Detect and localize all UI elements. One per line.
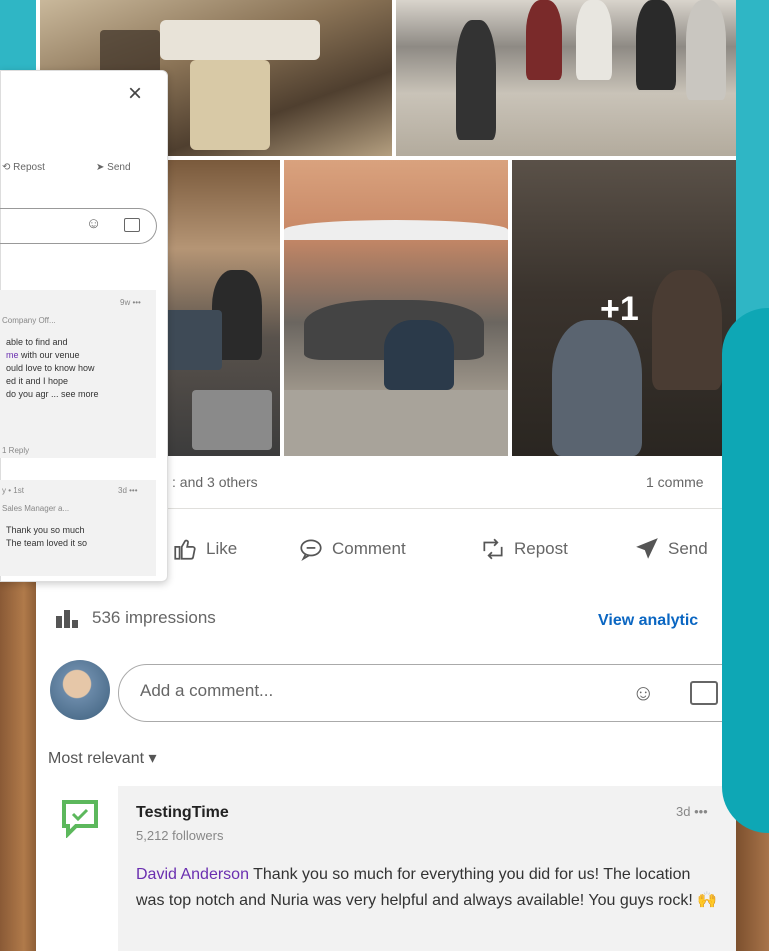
comment-label: Comment (332, 539, 406, 558)
comment-button[interactable]: Comment (298, 536, 406, 562)
overlay-send-button[interactable]: ➤ Send (96, 162, 131, 173)
post-photo-group[interactable] (396, 0, 736, 156)
overlay-c1-line1: able to find and (6, 337, 68, 347)
overlay-emoji-icon[interactable]: ☺ (86, 215, 101, 232)
post-photo-lounge[interactable] (162, 160, 280, 456)
overlay-c1-line2-text: with our venue (18, 350, 80, 360)
bar-chart-icon (56, 610, 78, 628)
comment-icon (300, 539, 322, 562)
send-label: Send (668, 539, 708, 558)
comments-count[interactable]: 1 comme (646, 474, 704, 490)
view-analytics-link[interactable]: View analytic (598, 612, 698, 630)
sort-dropdown[interactable]: Most relevant ▾ (48, 748, 157, 768)
avatar[interactable] (50, 660, 110, 720)
mention-link[interactable]: David Anderson (136, 866, 249, 883)
overlay-c1-line3: ould love to know how (6, 363, 95, 373)
reactions-summary[interactable]: : and 3 others (172, 474, 258, 490)
overlay-comment-2-text: Thank you so much The team loved it so (6, 524, 154, 550)
like-label: Like (206, 539, 238, 558)
wood-background-right (735, 820, 769, 951)
overlay-send-label: Send (107, 162, 131, 173)
comment-author[interactable]: TestingTime (136, 804, 229, 822)
overlay-comment-1: 9w ••• Company Off... able to find and m… (0, 290, 156, 458)
overlay-c1-mention[interactable]: me (6, 350, 19, 360)
like-button[interactable]: Like (172, 536, 237, 562)
send-button[interactable]: Send (634, 536, 708, 562)
image-icon[interactable] (690, 681, 718, 705)
overlay-comment-1-text: able to find and me with our venue ould … (6, 336, 154, 401)
impressions[interactable]: 536 impressions (56, 608, 216, 628)
overlay-comment-2-subtitle: Sales Manager a... (2, 504, 70, 513)
overlay-comment-1-subtitle: Company Off... (2, 316, 56, 325)
testingtime-logo[interactable] (60, 798, 100, 838)
overlay-image-icon[interactable] (124, 218, 140, 232)
overlay-c1-line4: ed it and I hope (6, 376, 69, 386)
repost-label: Repost (514, 539, 568, 558)
repost-icon (483, 538, 503, 560)
divider (162, 508, 736, 509)
overlay-c2-line1: Thank you so much (6, 525, 85, 535)
overlay-comment-2: y • 1st 3d ••• Sales Manager a... Thank … (0, 480, 156, 576)
overlay-c1-line2: me with our venue (6, 349, 154, 362)
overlay-comment-1-time[interactable]: 9w ••• (120, 298, 141, 307)
teal-callout-shape (722, 308, 769, 833)
overlay-comment-1-replies[interactable]: 1 Reply (2, 446, 29, 455)
thumbs-up-icon (174, 539, 196, 560)
overlay-c1-line5[interactable]: do you agr ... see more (6, 388, 154, 401)
overlay-comment-2-meta: y • 1st (2, 486, 24, 495)
close-icon[interactable]: × (128, 80, 142, 108)
overlay-comment-2-time[interactable]: 3d ••• (118, 486, 138, 495)
comment-followers: 5,212 followers (136, 828, 224, 843)
more-photos-count[interactable]: +1 (600, 290, 639, 329)
impressions-label: 536 impressions (92, 608, 216, 627)
overlay-repost-button[interactable]: ⟲ Repost (2, 162, 45, 173)
send-icon (636, 538, 658, 559)
comment-text: David Anderson Thank you so much for eve… (136, 862, 720, 914)
post-photo-dinner[interactable] (284, 160, 508, 456)
emoji-icon[interactable]: ☺ (632, 680, 654, 706)
overlay-c2-line2: The team loved it so (6, 538, 88, 548)
overlay-repost-label: Repost (13, 162, 45, 173)
repost-button[interactable]: Repost (480, 536, 568, 562)
comment-placeholder: Add a comment... (140, 681, 274, 700)
comment-time-menu[interactable]: 3d ••• (676, 804, 708, 819)
